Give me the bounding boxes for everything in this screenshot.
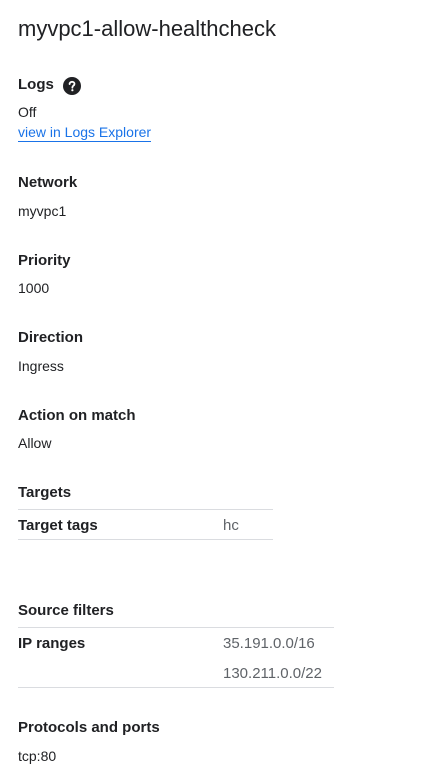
view-in-logs-explorer-link[interactable]: view in Logs Explorer — [18, 124, 152, 142]
protocols-and-ports-value: tcp:80 — [18, 748, 57, 764]
target-tags-value: hc — [223, 517, 239, 534]
table-divider — [18, 687, 334, 688]
priority-value: 1000 — [18, 280, 50, 296]
direction-label: Direction — [18, 329, 84, 346]
logs-label: Logs — [18, 76, 54, 93]
table-divider — [18, 627, 334, 628]
table-divider — [18, 539, 273, 540]
help-circle-icon[interactable] — [63, 77, 81, 95]
protocols-and-ports-label: Protocols and ports — [18, 719, 160, 736]
source-filters-label: Source filters — [18, 602, 114, 619]
priority-label: Priority — [18, 252, 71, 269]
action-on-match-value: Allow — [18, 435, 52, 451]
action-on-match-label: Action on match — [18, 407, 136, 424]
network-label: Network — [18, 174, 78, 191]
logs-value: Off — [18, 104, 37, 120]
network-value: myvpc1 — [18, 203, 67, 219]
ip-range-value: 35.191.0.0/16 — [223, 635, 315, 652]
target-tags-key: Target tags — [18, 517, 98, 534]
direction-value: Ingress — [18, 358, 64, 374]
targets-label: Targets — [18, 484, 72, 501]
ip-ranges-key: IP ranges — [18, 635, 86, 652]
ip-range-value: 130.211.0.0/22 — [223, 665, 322, 682]
table-divider — [18, 509, 273, 510]
page-title: myvpc1-allow-healthcheck — [18, 16, 276, 41]
